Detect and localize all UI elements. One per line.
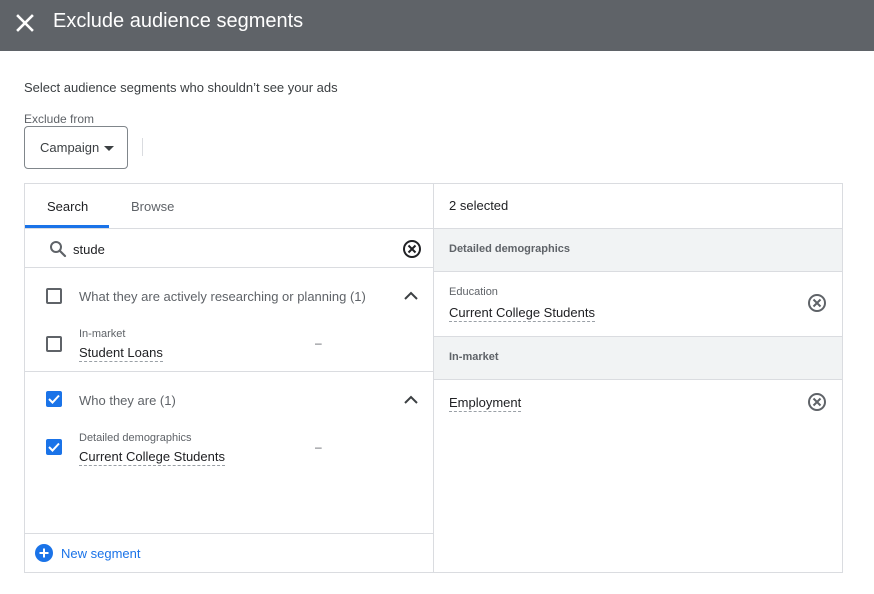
group-label: What they are actively researching or pl…	[79, 289, 366, 304]
dialog-title: Exclude audience segments	[53, 10, 304, 32]
remove-icon[interactable]	[807, 392, 827, 412]
tab-browse[interactable]: Browse	[131, 199, 174, 214]
search-icon	[50, 241, 67, 258]
segment-group-who-they-are: Who they are (1) Detailed demographics C…	[25, 372, 434, 532]
exclude-from-label: Exclude from	[24, 112, 95, 126]
item-category: In-market	[79, 328, 126, 340]
segments-panel: Search Browse What they are actively res…	[24, 183, 843, 573]
selected-item-category: Education	[449, 286, 498, 298]
exclude-from-dropdown[interactable]: Campaign	[24, 126, 128, 169]
divider	[142, 138, 143, 156]
search-panel: Search Browse What they are actively res…	[25, 184, 434, 572]
new-segment-label: New segment	[61, 546, 141, 561]
group-checkbox[interactable]	[46, 288, 62, 304]
search-row	[25, 229, 434, 268]
check-icon	[48, 442, 60, 452]
item-name[interactable]: Student Loans	[79, 345, 163, 362]
item-value: –	[315, 440, 322, 454]
segment-group-researching: What they are actively researching or pl…	[25, 268, 434, 371]
new-segment-button[interactable]: New segment	[25, 533, 434, 572]
caret-down-icon	[104, 146, 114, 151]
item-checkbox[interactable]	[46, 336, 62, 352]
chevron-up-icon[interactable]	[402, 391, 420, 409]
chevron-up-icon[interactable]	[402, 287, 420, 305]
remove-icon[interactable]	[807, 293, 827, 313]
check-icon	[48, 394, 60, 404]
exclude-from-value: Campaign	[40, 140, 100, 155]
search-input[interactable]	[73, 240, 393, 258]
clear-icon[interactable]	[402, 239, 422, 259]
section-heading: In-market	[449, 351, 499, 363]
item-checkbox[interactable]	[46, 439, 62, 455]
item-value: –	[315, 336, 322, 350]
section-heading: Detailed demographics	[449, 243, 571, 255]
item-name[interactable]: Current College Students	[79, 449, 225, 466]
group-label: Who they are (1)	[79, 393, 176, 408]
selected-item-name: Current College Students	[449, 305, 595, 322]
selected-item-name: Employment	[449, 395, 522, 412]
group-checkbox[interactable]	[46, 391, 62, 407]
add-circle-icon	[35, 544, 53, 562]
tab-bar: Search Browse	[25, 184, 434, 229]
tab-search[interactable]: Search	[47, 199, 88, 214]
dialog-header: Exclude audience segments	[0, 0, 874, 51]
selected-count: 2 selected	[449, 198, 509, 213]
dialog-subtitle: Select audience segments who shouldn’t s…	[24, 80, 338, 95]
item-category: Detailed demographics	[79, 432, 192, 444]
close-icon[interactable]	[14, 12, 36, 34]
section-header: Detailed demographics	[434, 228, 842, 272]
section-header: In-market	[434, 336, 842, 380]
active-tab-indicator	[25, 225, 109, 228]
selected-panel: 2 selected Detailed demographics Educati…	[434, 184, 842, 572]
